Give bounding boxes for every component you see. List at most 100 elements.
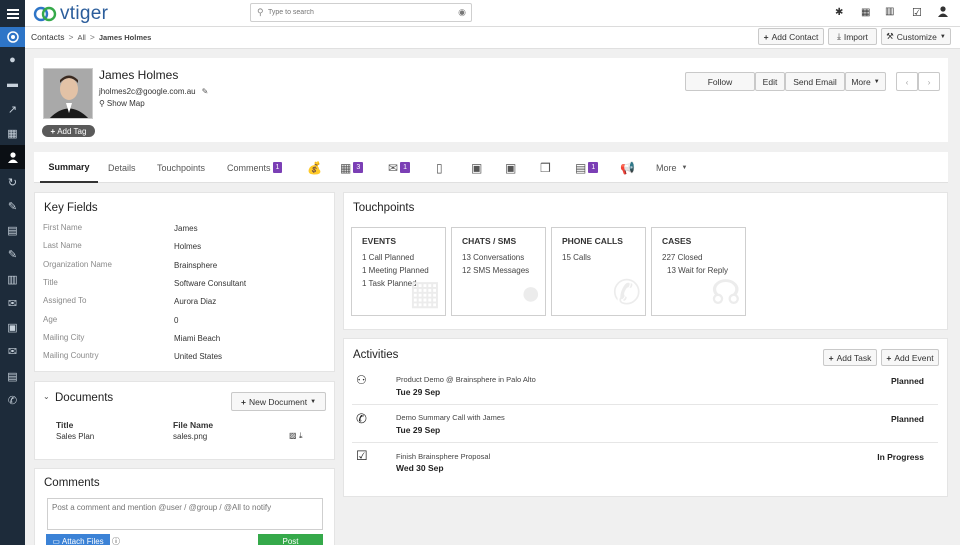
more-actions-button[interactable]: More ▼ [845, 72, 886, 91]
add-task-button[interactable]: + Add Task [823, 349, 877, 366]
activity-status[interactable]: In Progress [877, 452, 924, 462]
add-tag-button[interactable]: + Add Tag [42, 125, 95, 137]
key-field-value[interactable]: 0 [174, 316, 178, 325]
email-icon: ✉ [388, 160, 399, 175]
activity-row[interactable]: ☑ Finish Brainsphere Proposal Wed 30 Sep… [352, 443, 938, 481]
settings-gear-icon[interactable]: ✱ [835, 7, 843, 18]
touchpoint-phone-calls[interactable]: PHONE CALLS 15 Calls ✆ [551, 227, 646, 316]
sync-icon[interactable]: ↻ [0, 170, 25, 194]
home-icon[interactable] [0, 27, 25, 47]
tab-details[interactable]: Details [108, 152, 136, 183]
reports-top-icon[interactable]: ▥ [885, 6, 894, 17]
add-contact-button[interactable]: + Add Contact [758, 28, 824, 45]
phone-sidebar-icon[interactable]: ✆ [0, 388, 25, 412]
activity-status[interactable]: Planned [891, 414, 924, 424]
attach-files-button[interactable]: ▭ Attach Files [46, 534, 110, 545]
notes-icon[interactable]: ✎ [0, 242, 25, 266]
tab-documents[interactable]: ▤ 1 [575, 152, 599, 183]
leads-icon[interactable]: ● [0, 48, 25, 72]
organizations-icon[interactable]: ▦ [0, 121, 25, 145]
vtiger-logo[interactable]: vtiger [33, 3, 108, 25]
calculator-icon[interactable]: ▥ [0, 267, 25, 291]
edit-icon[interactable]: ✎ [0, 194, 25, 218]
contact-card-icon: ▯ [436, 160, 443, 175]
touchpoint-events[interactable]: EVENTS 1 Call Planned 1 Meeting Planned … [351, 227, 446, 316]
touchpoint-chats[interactable]: CHATS / SMS 13 Conversations 12 SMS Mess… [451, 227, 546, 316]
key-field-value[interactable]: Miami Beach [174, 334, 220, 343]
documents-card: ⌄ Documents + New Document ▼ Title File Na… [34, 381, 335, 460]
inbox-icon[interactable]: ✉ [0, 339, 25, 363]
activity-date: Tue 29 Sep [396, 387, 441, 397]
caret-down-icon: ▼ [873, 78, 880, 85]
show-map-link[interactable]: ⚲ Show Map [99, 99, 145, 108]
print-icon[interactable]: ▤ [0, 364, 25, 388]
tab-summary[interactable]: Summary [40, 152, 98, 183]
tab-sales-orders[interactable]: ▣ [505, 152, 516, 183]
search-options-icon[interactable]: ◉ [458, 7, 466, 18]
breadcrumb-filter[interactable]: All [78, 33, 86, 42]
tab-emails[interactable]: ✉ 1 [388, 152, 410, 183]
activity-subject[interactable]: Finish Brainsphere Proposal [396, 452, 490, 461]
contacts-icon[interactable] [0, 145, 25, 169]
send-email-button[interactable]: Send Email [785, 72, 845, 91]
phone-icon: ✆ [356, 411, 367, 426]
post-comment-button[interactable]: Post [258, 534, 323, 545]
document-title-cell[interactable]: Sales Plan [56, 432, 94, 441]
tab-campaigns[interactable]: 📢 [620, 152, 635, 183]
collapse-chevron-icon[interactable]: ⌄ [43, 392, 50, 401]
key-field-value[interactable]: United States [174, 352, 222, 361]
touchpoint-cases[interactable]: CASES 227 Closed 13 Wait for Reply ☊ [651, 227, 746, 316]
invoice-icon[interactable]: ▤ [0, 218, 25, 242]
tab-touchpoints[interactable]: Touchpoints [157, 152, 205, 183]
key-field-value[interactable]: Aurora Diaz [174, 297, 216, 306]
calendar-top-icon[interactable]: ▦ [861, 7, 870, 18]
tab-products[interactable]: ❒ [540, 152, 551, 183]
pencil-edit-icon[interactable]: ✎ [202, 87, 209, 96]
activity-subject[interactable]: Demo Summary Call with James [396, 413, 505, 422]
breadcrumb-module[interactable]: Contacts [31, 32, 65, 42]
mail-icon[interactable]: ✉ [0, 291, 25, 315]
menu-icon[interactable] [0, 0, 25, 27]
activity-row[interactable]: ✆ Demo Summary Call with James Tue 29 Se… [352, 405, 938, 443]
chat-icon[interactable]: ▬ [0, 72, 25, 96]
import-button[interactable]: ⤓ Import [828, 28, 877, 45]
tab-quotes[interactable]: ▣ [471, 152, 482, 183]
activity-status[interactable]: Planned [891, 376, 924, 386]
tab-opportunities[interactable]: 💰 [307, 152, 322, 183]
document-icon: ▤ [575, 160, 587, 175]
new-document-button[interactable]: + New Document ▼ [231, 392, 326, 411]
caret-down-icon: ▼ [939, 33, 946, 40]
tab-more[interactable]: More ▼ [656, 152, 687, 183]
document-file-cell[interactable]: sales.png [173, 432, 207, 441]
activity-row[interactable]: ⚇ Product Demo @ Brainsphere in Palo Alt… [352, 367, 938, 405]
activity-subject[interactable]: Product Demo @ Brainsphere in Palo Alto [396, 375, 536, 384]
touchpoints-title: Touchpoints [353, 202, 415, 214]
follow-button[interactable]: Follow [685, 72, 755, 91]
key-field-value[interactable]: James [174, 224, 198, 233]
phone-watermark-icon: ✆ [612, 274, 642, 312]
tab-contact-card[interactable]: ▯ [436, 152, 443, 183]
tab-comments[interactable]: Comments 1 [227, 152, 283, 183]
search-input[interactable] [268, 6, 448, 19]
user-profile-icon[interactable] [938, 6, 948, 19]
info-icon[interactable]: ⓘ [112, 536, 120, 545]
key-field-value[interactable]: Brainsphere [174, 261, 217, 270]
tab-calendar[interactable]: ▦ 3 [340, 152, 364, 183]
tasks-check-icon[interactable]: ☑ [912, 6, 922, 19]
id-card-icon[interactable]: ▣ [0, 315, 25, 339]
key-field-label: First Name [43, 223, 83, 232]
previous-record-button[interactable]: ‹ [896, 72, 918, 91]
edit-button[interactable]: Edit [755, 72, 785, 91]
key-field-value[interactable]: Software Consultant [174, 279, 246, 288]
add-event-button[interactable]: + Add Event [881, 349, 939, 366]
next-record-button[interactable]: › [918, 72, 940, 91]
search-box[interactable]: ⚲ ◉ [250, 3, 472, 22]
image-preview-icon[interactable]: ▨ [289, 431, 297, 440]
comment-textarea[interactable] [47, 498, 323, 530]
customize-button[interactable]: ⚒ Customize ▼ [881, 28, 951, 45]
download-icon[interactable]: ⤓ [299, 431, 303, 441]
reports-icon[interactable]: ↗ [0, 97, 25, 121]
key-field-value[interactable]: Holmes [174, 242, 201, 251]
contact-email[interactable]: jholmes2c@google.com.au [99, 87, 196, 96]
caret-down-icon: ▼ [310, 398, 317, 405]
